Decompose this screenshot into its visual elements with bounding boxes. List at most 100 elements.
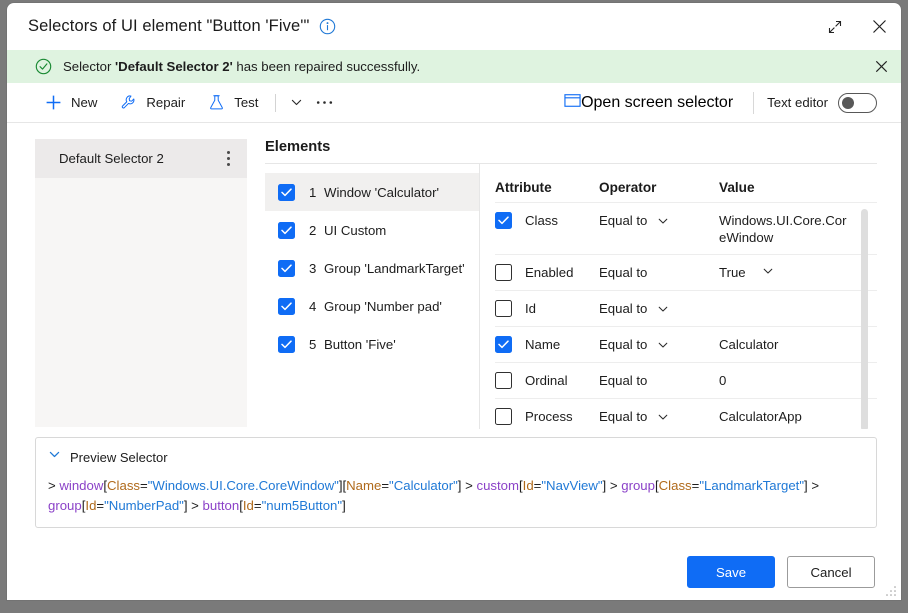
banner-text-after: has been repaired successfully.: [232, 59, 421, 74]
selector-token-attr: Class: [107, 478, 141, 493]
attribute-row[interactable]: Name Equal to Calculator: [495, 326, 877, 362]
attribute-value[interactable]: True: [719, 264, 877, 281]
kebab-menu-icon[interactable]: [215, 144, 241, 174]
toolbar-ellipsis-icon[interactable]: [310, 89, 338, 117]
text-editor-toggle[interactable]: [838, 92, 877, 113]
selector-token-attr: Class: [658, 478, 692, 493]
repair-label: Repair: [146, 95, 186, 110]
resize-grip[interactable]: [885, 584, 897, 596]
operator-value: Equal to: [599, 301, 648, 316]
operator-dropdown[interactable]: Equal to: [599, 300, 719, 317]
operator-value: Equal to: [599, 265, 648, 280]
selector-token-br: ]: [602, 478, 610, 493]
toolbar-chevron-down-icon[interactable]: [282, 89, 310, 117]
expand-diagonal-icon[interactable]: [813, 5, 857, 49]
elements-and-attributes: Elements 1 Window 'Calculator' 2 UI Cust…: [265, 139, 877, 429]
element-row[interactable]: 1 Window 'Calculator': [265, 173, 479, 211]
operator-label: Equal to: [599, 372, 719, 389]
preview-selector-label: Preview Selector: [70, 449, 168, 465]
info-icon[interactable]: [319, 18, 336, 35]
selector-token-tag: button: [202, 498, 240, 513]
check-circle-icon: [35, 58, 52, 75]
element-row[interactable]: 2 UI Custom: [265, 211, 479, 249]
selector-token-str: "Calculator": [389, 478, 458, 493]
operator-value: Equal to: [599, 337, 648, 352]
preview-selector-code[interactable]: > window[Class="Windows.UI.Core.CoreWind…: [48, 476, 864, 516]
cancel-button[interactable]: Cancel: [787, 556, 875, 588]
selector-token-tag: window: [59, 478, 104, 493]
attribute-value[interactable]: Windows.UI.Core.CoreWindow: [719, 212, 877, 246]
attributes-header-row: Attribute Operator Value: [495, 164, 877, 202]
attribute-value[interactable]: Calculator: [719, 336, 877, 353]
operator-dropdown[interactable]: Equal to: [599, 212, 719, 229]
repair-button[interactable]: Repair: [112, 88, 192, 118]
selector-token-gt: >: [465, 478, 477, 493]
open-screen-selector-label: Open screen selector: [581, 93, 734, 111]
selectors-dialog: Selectors of UI element "Button 'Five'": [7, 3, 901, 600]
banner-close-icon[interactable]: [861, 50, 901, 83]
element-row[interactable]: 5 Button 'Five': [265, 325, 479, 363]
attribute-checkbox[interactable]: [495, 264, 512, 281]
element-checkbox[interactable]: [278, 221, 295, 239]
operator-dropdown[interactable]: Equal to: [599, 336, 719, 353]
attributes-scrollbar[interactable]: [861, 209, 868, 429]
element-label: Button 'Five': [324, 336, 396, 352]
element-checkbox[interactable]: [278, 297, 295, 315]
attribute-value[interactable]: 0: [719, 372, 877, 389]
selector-token-br: =: [253, 498, 262, 513]
banner-text-bold: 'Default Selector 2': [115, 59, 233, 74]
test-button[interactable]: Test: [200, 88, 265, 118]
success-banner: Selector 'Default Selector 2' has been r…: [7, 50, 901, 83]
operator-dropdown[interactable]: Equal to: [599, 408, 719, 425]
element-index: 2: [309, 222, 317, 238]
dialog-body: Default Selector 2 Elements 1 Window 'Ca…: [7, 123, 901, 429]
attribute-checkbox[interactable]: [495, 336, 512, 353]
attribute-checkbox[interactable]: [495, 300, 512, 317]
text-editor-toggle-group: Text editor: [767, 92, 877, 113]
chevron-down-icon: [657, 215, 669, 227]
attribute-checkbox[interactable]: [495, 372, 512, 389]
test-label: Test: [234, 95, 259, 110]
new-label: New: [71, 95, 98, 110]
attribute-row[interactable]: Ordinal Equal to 0: [495, 362, 877, 398]
selector-token-br: ]: [342, 498, 346, 513]
attribute-name: Process: [525, 409, 573, 424]
selector-token-attr: Id: [85, 498, 97, 513]
element-label: Group 'Number pad': [324, 298, 442, 314]
element-checkbox[interactable]: [278, 183, 295, 201]
selector-token-gt: >: [609, 478, 622, 493]
selector-list-item[interactable]: Default Selector 2: [35, 139, 247, 178]
close-icon[interactable]: [857, 5, 901, 49]
attribute-value[interactable]: CalculatorApp: [719, 408, 877, 425]
toggle-knob: [842, 96, 854, 109]
attributes-table: Attribute Operator Value Class Equal to …: [480, 164, 877, 429]
element-label: Group 'LandmarkTarget': [324, 260, 465, 276]
open-screen-selector-button[interactable]: Open screen selector: [557, 88, 740, 118]
new-button[interactable]: New: [37, 88, 104, 118]
selector-token-br: ]: [457, 478, 466, 493]
selector-token-br: =: [381, 478, 390, 493]
attribute-checkbox[interactable]: [495, 408, 512, 425]
element-row[interactable]: 3 Group 'LandmarkTarget': [265, 249, 479, 287]
elements-list: 1 Window 'Calculator' 2 UI Custom 3 Grou…: [265, 164, 480, 429]
operator-value: Equal to: [599, 409, 648, 424]
operator-value: Equal to: [599, 213, 648, 228]
attribute-row[interactable]: Enabled Equal to True: [495, 254, 877, 290]
selector-token-str: "NumberPad": [104, 498, 184, 513]
attribute-row[interactable]: Id Equal to: [495, 290, 877, 326]
preview-selector-header[interactable]: Preview Selector: [48, 447, 864, 467]
attribute-name: Ordinal: [525, 373, 568, 388]
selector-token-gt: >: [191, 498, 203, 513]
operator-value: Equal to: [599, 373, 648, 388]
save-button[interactable]: Save: [687, 556, 775, 588]
attribute-name: Name: [525, 337, 561, 352]
operator-label: Equal to: [599, 264, 719, 281]
element-row[interactable]: 4 Group 'Number pad': [265, 287, 479, 325]
element-checkbox[interactable]: [278, 259, 295, 277]
selector-token-tag: custom: [476, 478, 519, 493]
element-checkbox[interactable]: [278, 335, 295, 353]
value-chevron-down-icon[interactable]: [762, 264, 774, 281]
attribute-row[interactable]: Class Equal to Windows.UI.Core.CoreWindo…: [495, 202, 877, 254]
attribute-row[interactable]: Process Equal to CalculatorApp: [495, 398, 877, 429]
attribute-checkbox[interactable]: [495, 212, 512, 229]
